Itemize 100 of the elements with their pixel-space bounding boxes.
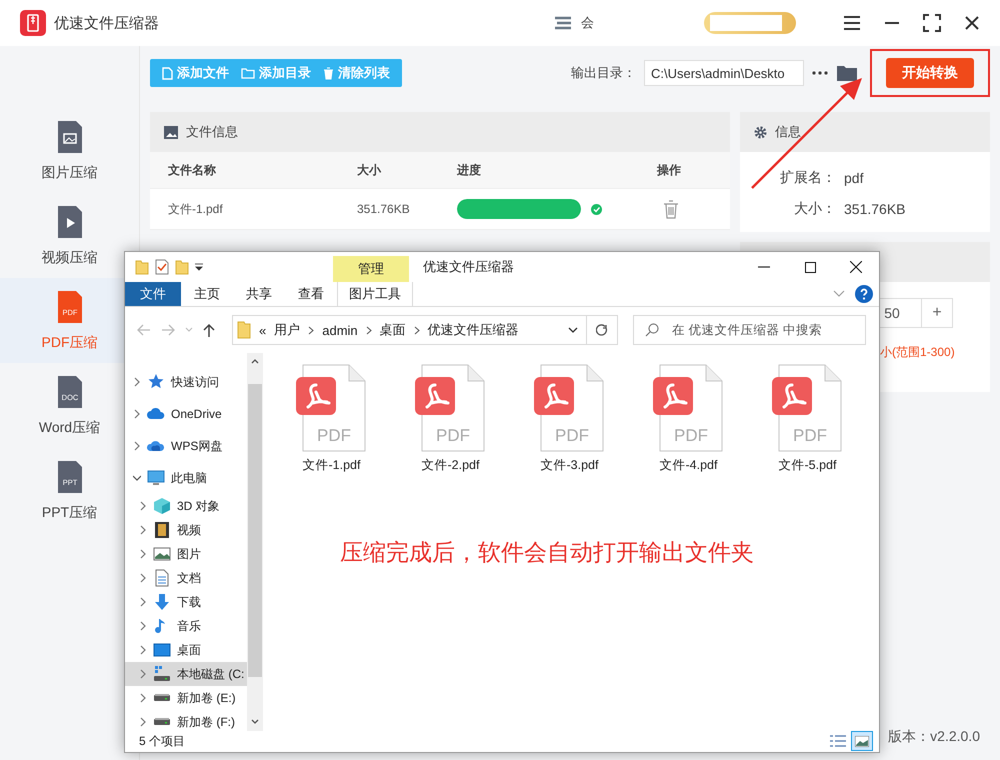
breadcrumb-overflow[interactable]: « <box>259 322 266 338</box>
chevron-icon[interactable] <box>139 525 147 535</box>
app-title: 优速文件压缩器 <box>54 14 159 32</box>
more-icon[interactable] <box>812 71 828 75</box>
file-type-label: PDF <box>316 426 350 445</box>
panel-title: 文件信息 <box>186 123 238 141</box>
output-path-field[interactable]: C:\Users\admin\Deskto <box>644 60 804 86</box>
dropdown-icon[interactable] <box>568 327 578 333</box>
nav-item[interactable]: 快速访问 <box>125 366 247 398</box>
refresh-icon[interactable] <box>596 324 608 336</box>
breadcrumb-item[interactable]: 桌面 <box>380 321 406 339</box>
nav-item[interactable]: WPS网盘 <box>125 430 247 462</box>
trash-icon[interactable] <box>663 200 679 218</box>
file-type-label: PDF <box>792 426 826 445</box>
nav-item[interactable]: 文档 <box>125 566 247 590</box>
breadcrumb-item[interactable]: 优速文件压缩器 <box>428 321 519 339</box>
dropdown-icon[interactable] <box>195 263 203 271</box>
context-tab-header: 管理 <box>333 256 409 282</box>
increment-button[interactable]: + <box>921 298 953 328</box>
chevron-icon[interactable] <box>133 473 141 483</box>
nav-item[interactable]: 下载 <box>125 590 247 614</box>
file-menu-tab[interactable]: 文件 <box>125 282 181 306</box>
chevron-icon[interactable] <box>139 693 147 703</box>
column-header: 进度 <box>457 162 482 178</box>
context-ribbon-tab[interactable]: 图片工具 <box>337 282 413 306</box>
chevron-icon[interactable] <box>139 621 147 631</box>
nav-item[interactable]: 新加卷 (E:) <box>125 686 247 710</box>
file-icon <box>162 66 173 80</box>
chevron-icon[interactable] <box>139 597 147 607</box>
help-icon[interactable] <box>855 285 873 303</box>
chevron-icon[interactable] <box>139 549 147 559</box>
folder-icon <box>241 67 255 79</box>
pdf-file-icon <box>772 364 841 452</box>
image-file-icon <box>56 120 84 154</box>
range-hint: 小(范围1-300) <box>880 344 956 361</box>
search-field[interactable]: 在 优速文件压缩器 中搜索 <box>633 315 866 345</box>
chevron-icon[interactable] <box>139 573 147 583</box>
breadcrumb-item[interactable]: admin <box>322 322 358 338</box>
up-arrow-icon[interactable] <box>203 323 215 337</box>
chevron-icon[interactable] <box>133 409 141 419</box>
scrollbar-thumb[interactable] <box>248 384 262 677</box>
breadcrumb-item[interactable]: 用户 <box>274 321 300 339</box>
file-type-label: PDF <box>436 426 470 445</box>
sidebar-item[interactable]: 视频压缩 <box>0 193 139 278</box>
ribbon-tab[interactable]: 共享 <box>233 282 285 306</box>
details-view-icon[interactable] <box>829 734 847 748</box>
pdf-file-icon <box>414 364 484 452</box>
field-label: 扩展名： <box>779 168 836 186</box>
panel-title: 信息 <box>775 123 801 141</box>
nav-item[interactable]: 视频 <box>125 518 247 542</box>
drive-icon <box>153 718 171 726</box>
star-icon <box>147 373 165 391</box>
file-name[interactable]: 文件-2.pdf <box>422 457 480 474</box>
minimize-icon[interactable] <box>758 266 770 268</box>
computer-icon <box>147 469 165 487</box>
nav-item[interactable]: 本地磁盘 (C: <box>125 662 247 686</box>
close-icon[interactable] <box>850 261 862 273</box>
maximize-icon[interactable] <box>804 262 816 272</box>
file-name[interactable]: 文件-5.pdf <box>778 457 836 474</box>
file-type-label: PDF <box>674 426 708 445</box>
chevron-icon[interactable] <box>133 377 141 387</box>
start-button[interactable]: 开始转换 <box>886 58 974 88</box>
nav-item[interactable]: 此电脑 <box>125 462 247 494</box>
field-label: 大小： <box>793 200 836 218</box>
version-label: 版本：v2.2.0.0 <box>888 728 981 746</box>
nav-item[interactable]: 3D 对象 <box>125 494 247 518</box>
drive-icon <box>153 665 171 683</box>
chevron-icon <box>414 326 420 334</box>
app-logo-icon <box>20 10 46 36</box>
chevron-icon <box>366 326 372 334</box>
file-name[interactable]: 文件-1.pdf <box>302 457 360 474</box>
nav-item[interactable]: OneDrive <box>125 398 247 430</box>
chevron-icon[interactable] <box>139 645 147 655</box>
chevron-icon[interactable] <box>139 501 147 511</box>
ribbon-tab[interactable]: 查看 <box>285 282 337 306</box>
nav-item[interactable]: 图片 <box>125 542 247 566</box>
pdf-file-icon <box>296 364 365 452</box>
large-icons-view-button[interactable] <box>851 731 873 751</box>
fullscreen-icon[interactable] <box>920 11 944 35</box>
scroll-down-icon[interactable] <box>251 719 259 725</box>
nav-item[interactable]: 音乐 <box>125 614 247 638</box>
search-icon <box>645 323 659 337</box>
download-arrow-icon <box>153 593 171 611</box>
sidebar-item[interactable]: 图片压缩 <box>0 108 139 193</box>
document-icon <box>153 569 171 587</box>
nav-item[interactable]: 新加卷 (F:) <box>125 710 247 731</box>
scroll-up-icon[interactable] <box>251 358 259 364</box>
file-name[interactable]: 文件-3.pdf <box>540 457 598 474</box>
chevron-icon[interactable] <box>139 669 147 679</box>
window-title: 优速文件压缩器 <box>423 258 514 276</box>
drive-icon <box>153 694 171 702</box>
folder-icon[interactable] <box>836 64 858 82</box>
checklist-icon[interactable] <box>155 259 169 275</box>
file-name[interactable]: 文件-4.pdf <box>660 457 718 474</box>
address-bar[interactable]: « 用户 admin 桌面 优速文件压缩器 <box>232 315 618 345</box>
chevron-icon[interactable] <box>139 717 147 727</box>
table-cell-text: 文件-1.pdf <box>168 200 224 218</box>
chevron-icon[interactable] <box>133 441 141 451</box>
ribbon-tab[interactable]: 主页 <box>181 282 233 306</box>
nav-item[interactable]: 桌面 <box>125 638 247 662</box>
